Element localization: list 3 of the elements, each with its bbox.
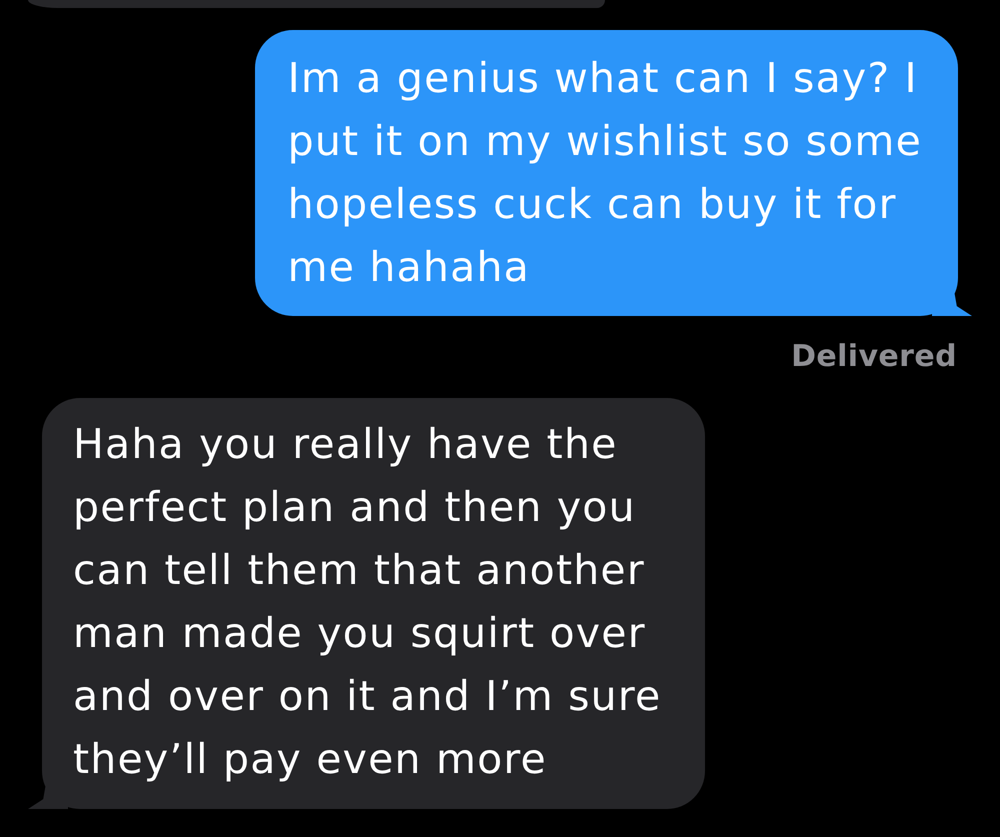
sent-message-bubble: Im a genius what can I say? I put it on my wishlist so some hopeless cuck can buy it for me hahaha <box>254 30 972 316</box>
delivery-status: Delivered <box>791 338 957 376</box>
received-message-bubble: Haha you really have the perfect plan and then you can tell them that another man made you squirt over and over on it and I’m sure they’ll pay even more <box>28 398 706 809</box>
